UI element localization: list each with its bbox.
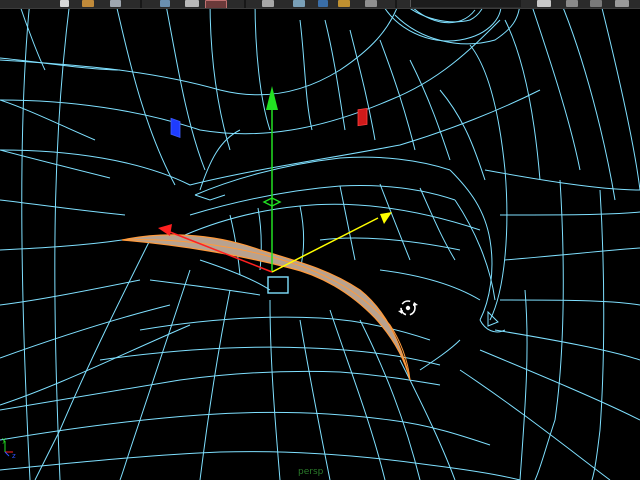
snap-curve-icon[interactable] [293, 0, 305, 7]
show-hypershade-icon[interactable] [615, 0, 629, 7]
open-scene-icon[interactable] [82, 0, 94, 7]
selected-face-strip[interactable] [121, 234, 411, 381]
manipulator-center[interactable] [267, 276, 289, 294]
render-icon[interactable] [537, 0, 551, 7]
toolbar-separator [140, 0, 142, 8]
polygon-wireframe[interactable] [0, 0, 640, 480]
maya-viewport-window: y z persp [0, 0, 640, 480]
axis-label-y: y [2, 436, 6, 444]
axis-indicator: y z [2, 436, 16, 460]
y-axis-arrow[interactable] [266, 86, 278, 110]
x-axis-arrow[interactable] [158, 224, 172, 236]
snap-grid-icon[interactable] [262, 0, 274, 7]
new-scene-icon[interactable] [60, 0, 69, 7]
paint-select-icon[interactable] [205, 0, 227, 8]
ipr-render-icon[interactable] [566, 0, 578, 7]
viewport-canvas[interactable]: y z [0, 0, 640, 480]
perspective-viewport[interactable]: y z persp [0, 0, 640, 480]
status-line-toolbar [0, 0, 640, 9]
snap-point-icon[interactable] [318, 0, 328, 7]
make-live-icon[interactable] [365, 0, 377, 7]
save-scene-icon[interactable] [110, 0, 121, 7]
z-axis-arrow[interactable] [380, 212, 392, 224]
axis-label-z: z [12, 452, 16, 460]
rotate-pivot-icon[interactable] [398, 300, 418, 316]
select-tool-icon[interactable] [160, 0, 170, 7]
snap-view-plane-icon[interactable] [338, 0, 350, 7]
camera-name-label: persp [298, 467, 324, 477]
red-marker [357, 107, 368, 127]
lasso-tool-icon[interactable] [185, 0, 199, 7]
z-axis-handle[interactable] [271, 217, 379, 273]
toolbar-input-field[interactable] [410, 0, 521, 7]
toolbar-separator [395, 0, 397, 8]
toolbar-separator [244, 0, 246, 8]
render-settings-icon[interactable] [590, 0, 602, 7]
blue-marker [170, 117, 181, 139]
